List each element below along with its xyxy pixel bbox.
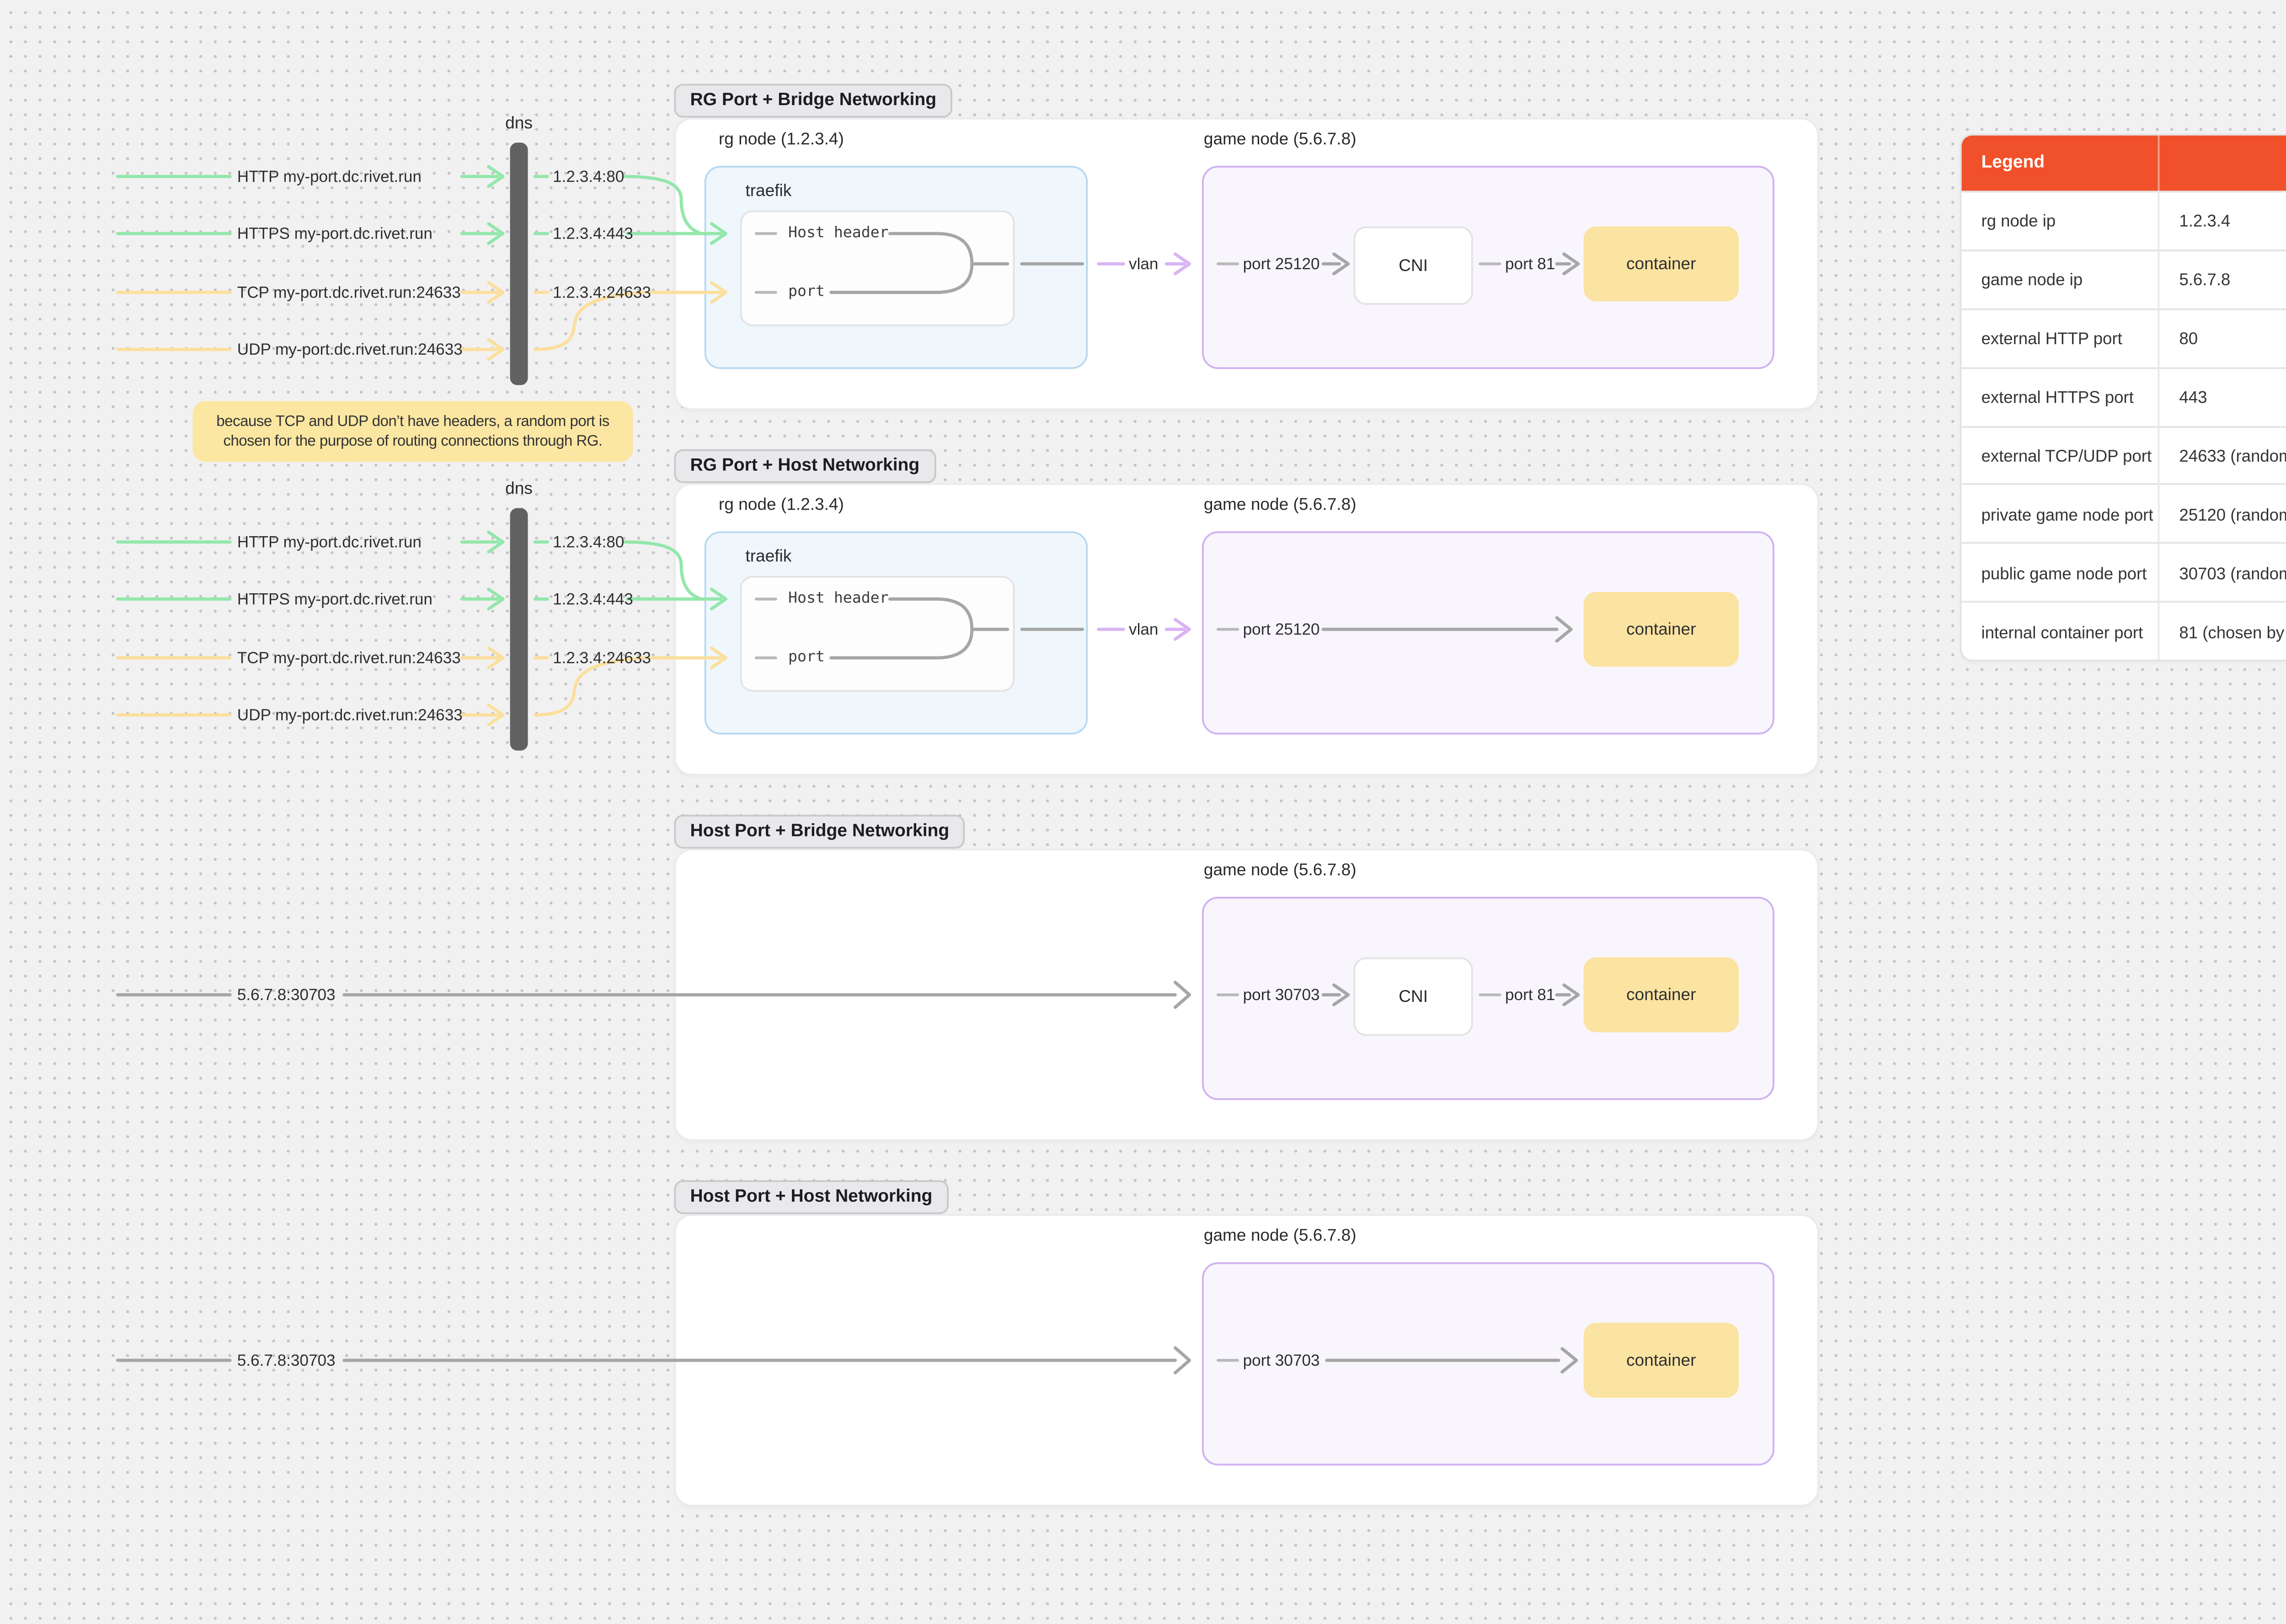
game-node-label-2: game node (5.6.7.8): [1203, 495, 1357, 516]
arrow-right-icon: [487, 281, 505, 304]
legend-cell: internal container port: [1961, 601, 2160, 660]
legend-cell: 30703 (randomly chosen per configured ho…: [2159, 543, 2286, 601]
rule-host-header-1: Host header: [788, 224, 889, 243]
vlan-label-1: vlan: [1129, 255, 1159, 273]
section-title-rg-bridge: RG Port + Bridge Networking: [674, 84, 953, 118]
legend-header-col2: [2159, 135, 2286, 191]
rule-port-2: port: [788, 649, 825, 667]
note-line-1: because TCP and UDP don’t have headers, …: [216, 412, 609, 430]
traefik-label-2: traefik: [745, 547, 792, 567]
dns1-out-443: 1.2.3.4:443: [553, 224, 633, 243]
game-node-label-4: game node (5.6.7.8): [1203, 1226, 1357, 1246]
dns-bar-1: [510, 143, 528, 385]
port-out-label-3: port 81: [1505, 985, 1555, 1004]
dns2-in-http: HTTP my-port.dc.rivet.run: [237, 533, 422, 551]
dns2-out-24633: 1.2.3.4:24633: [553, 649, 651, 667]
dns1-out-24633: 1.2.3.4:24633: [553, 283, 651, 302]
dns1-in-https: HTTPS my-port.dc.rivet.run: [237, 224, 433, 243]
container-box-4: container: [1583, 1323, 1739, 1398]
legend-cell: 24633 (randomly chosen per configured po…: [2159, 425, 2286, 484]
dns2-out-80: 1.2.3.4:80: [553, 533, 625, 551]
section-title-rg-host: RG Port + Host Networking: [674, 449, 936, 484]
cni-box-3: CNI: [1353, 957, 1473, 1036]
legend-cell: public game node port: [1961, 543, 2160, 602]
note-line-2: chosen for the purpose of routing connec…: [223, 431, 603, 449]
legend-header-col1: Legend: [1961, 135, 2160, 191]
container-box-1: container: [1583, 226, 1739, 302]
dns2-in-udp: UDP my-port.dc.rivet.run:24633: [237, 706, 463, 724]
section-title-host-host: Host Port + Host Networking: [674, 1180, 949, 1214]
dns2-out-443: 1.2.3.4:443: [553, 590, 633, 608]
dns2-in-tcp: TCP my-port.dc.rivet.run:24633: [237, 649, 461, 667]
source-label-3: 5.6.7.8:30703: [237, 985, 336, 1004]
legend-cell: external TCP/UDP port: [1961, 425, 2160, 484]
arrow-right-icon: [487, 646, 505, 670]
legend-cell: 443: [2159, 367, 2286, 425]
source-label-4: 5.6.7.8:30703: [237, 1351, 336, 1369]
arrow-right-icon: [487, 530, 505, 554]
dns1-in-tcp: TCP my-port.dc.rivet.run:24633: [237, 283, 461, 302]
dns2-in-https: HTTPS my-port.dc.rivet.run: [237, 590, 433, 608]
port-in-label-4: port 30703: [1243, 1351, 1320, 1369]
game-node-label-3: game node (5.6.7.8): [1203, 861, 1357, 881]
legend-cell: external HTTPS port: [1961, 367, 2160, 426]
dns-label-1: dns: [505, 114, 533, 134]
legend-cell: 5.6.7.8: [2159, 249, 2286, 308]
legend-cell: external HTTP port: [1961, 308, 2160, 367]
cni-box-1: CNI: [1353, 226, 1473, 305]
legend-cell: 80: [2159, 308, 2286, 367]
dns1-in-udp: UDP my-port.dc.rivet.run:24633: [237, 340, 463, 359]
port-in-label-2: port 25120: [1243, 620, 1320, 639]
vlan-label-2: vlan: [1129, 620, 1159, 639]
legend-cell: rg node ip: [1961, 191, 2160, 250]
arrow-right-icon: [487, 165, 505, 188]
arrow-right-icon: [487, 222, 505, 245]
rule-port-1: port: [788, 283, 825, 302]
legend-table: Legend Range rg node ip 1.2.3.4 game nod…: [1960, 133, 2286, 662]
legend-cell: 25120 (randomly chosen per configured GG…: [2159, 484, 2286, 543]
dns1-out-80: 1.2.3.4:80: [553, 167, 625, 186]
port-in-label-1: port 25120: [1243, 255, 1320, 273]
container-box-3: container: [1583, 957, 1739, 1033]
legend-cell: 1.2.3.4: [2159, 191, 2286, 249]
container-box-2: container: [1583, 591, 1739, 667]
arrow-right-icon: [487, 587, 505, 611]
game-node-label-1: game node (5.6.7.8): [1203, 130, 1357, 150]
arrow-right-icon: [487, 338, 505, 361]
dns-bar-2: [510, 508, 528, 751]
legend-cell: private game node port: [1961, 484, 2160, 543]
port-out-label-1: port 81: [1505, 255, 1555, 273]
legend-cell: game node ip: [1961, 249, 2160, 308]
traefik-label-1: traefik: [745, 181, 792, 202]
rg-node-label-2: rg node (1.2.3.4): [718, 495, 844, 516]
section-title-host-bridge: Host Port + Bridge Networking: [674, 815, 966, 849]
dns-label-2: dns: [505, 479, 533, 500]
tcp-udp-note: because TCP and UDP don’t have headers, …: [192, 401, 633, 462]
rule-host-header-2: Host header: [788, 590, 889, 608]
diagram-canvas: RG Port + Bridge Networking RG Port + Ho…: [0, 0, 2286, 1624]
dns1-in-http: HTTP my-port.dc.rivet.run: [237, 167, 422, 186]
rg-node-label-1: rg node (1.2.3.4): [718, 130, 844, 150]
arrow-right-icon: [487, 703, 505, 727]
diagram-viewport: RG Port + Bridge Networking RG Port + Ho…: [0, 0, 2286, 1624]
port-in-label-3: port 30703: [1243, 985, 1320, 1004]
legend-cell: 81 (chosen by user): [2159, 601, 2286, 660]
